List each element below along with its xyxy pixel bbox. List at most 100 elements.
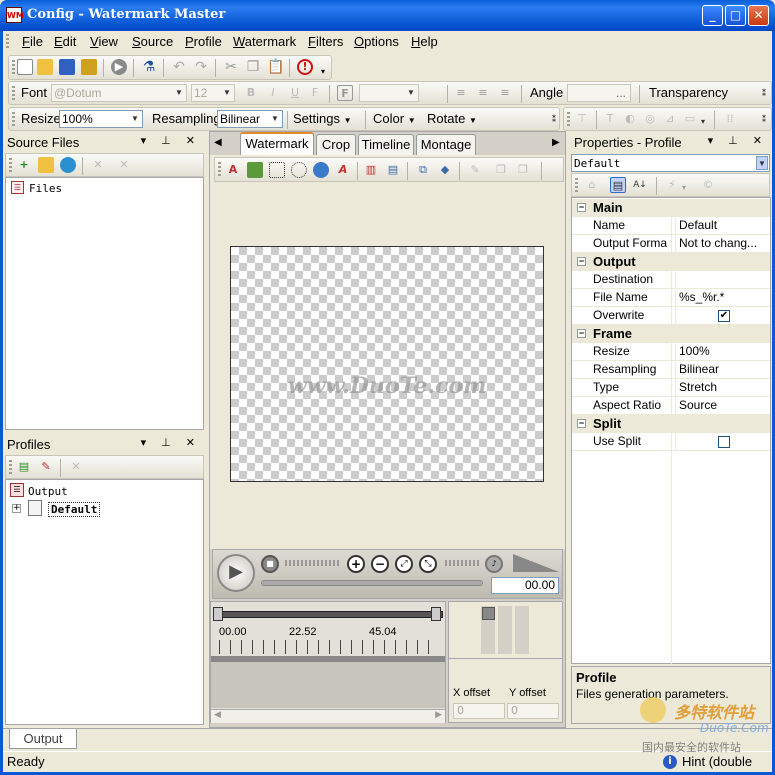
add-text-icon[interactable]: A bbox=[225, 162, 241, 178]
edit-profile-icon[interactable]: ✎ bbox=[38, 459, 54, 475]
color-select[interactable]: ▼ bbox=[359, 84, 419, 102]
rotate-menu[interactable]: Rotate ▼ bbox=[427, 111, 477, 126]
source-files-tree[interactable]: ☰ Files bbox=[5, 177, 204, 430]
undo-icon[interactable]: ↶ bbox=[171, 59, 187, 75]
property-row[interactable]: Aspect Ratio Source bbox=[572, 397, 770, 415]
timeline-scrollbar[interactable]: ◀ ▶ bbox=[211, 709, 445, 723]
tab-scroll-right-icon[interactable]: ▶ bbox=[552, 137, 560, 148]
italic-icon[interactable]: I bbox=[265, 85, 281, 101]
color-menu[interactable]: Color ▼ bbox=[373, 111, 416, 126]
anchor-top-left[interactable] bbox=[482, 607, 495, 620]
play-button[interactable]: ▶ bbox=[217, 554, 255, 592]
timeline-track[interactable] bbox=[211, 662, 445, 708]
chevron-down-icon[interactable]: ▾ bbox=[698, 114, 708, 130]
align-icon[interactable]: ⊿ bbox=[662, 111, 678, 127]
delete-layer-icon[interactable]: ▥ bbox=[363, 162, 379, 178]
range-end-handle[interactable] bbox=[431, 607, 441, 621]
scroll-left-icon[interactable]: ◀ bbox=[214, 710, 221, 720]
menu-view[interactable]: View bbox=[90, 34, 118, 49]
run-icon[interactable]: ▶ bbox=[111, 59, 127, 75]
property-row[interactable]: File Name %s_%r.* bbox=[572, 289, 770, 307]
property-row[interactable]: Type Stretch bbox=[572, 379, 770, 397]
tab-watermark[interactable]: Watermark bbox=[240, 132, 314, 155]
panel-controls[interactable]: ▾ ⊥ ✕ bbox=[708, 134, 768, 147]
property-value[interactable]: Bilinear bbox=[675, 362, 770, 379]
volume-button[interactable]: ♪ bbox=[485, 555, 503, 573]
tab-output[interactable]: Output bbox=[9, 729, 77, 749]
property-pages-icon[interactable]: ⌂ bbox=[584, 177, 600, 193]
seek-slider[interactable] bbox=[261, 580, 483, 586]
remove-icon[interactable]: ✕ bbox=[90, 157, 106, 173]
property-value[interactable]: Source bbox=[675, 398, 770, 415]
tree-item-files[interactable]: Files bbox=[29, 182, 62, 195]
new-profile-icon[interactable]: ▤ bbox=[16, 459, 32, 475]
font-color-icon[interactable]: F bbox=[337, 85, 353, 101]
tab-timeline[interactable]: Timeline bbox=[358, 134, 414, 155]
font-select[interactable]: @Dotum ▼ bbox=[51, 84, 187, 102]
panel-controls[interactable]: ▾ ⊥ ✕ bbox=[141, 436, 201, 449]
property-value[interactable]: Stretch bbox=[675, 380, 770, 397]
property-category[interactable]: − Split bbox=[572, 415, 770, 433]
resize-select[interactable]: 100% ▼ bbox=[59, 110, 143, 128]
angle-input[interactable]: ... bbox=[567, 84, 631, 102]
property-category[interactable]: − Output bbox=[572, 253, 770, 271]
fit-button[interactable]: ⤢ bbox=[395, 555, 413, 573]
bold-icon[interactable]: B bbox=[243, 85, 259, 101]
delete-profile-icon[interactable]: ✕ bbox=[68, 459, 84, 475]
zoom-in-button[interactable]: + bbox=[347, 555, 365, 573]
alphabetical-icon[interactable]: A↓ bbox=[632, 177, 648, 193]
font-size-select[interactable]: 12 ▼ bbox=[191, 84, 235, 102]
chevron-down-icon[interactable]: ▾ bbox=[680, 180, 688, 196]
add-folder-icon[interactable] bbox=[38, 157, 54, 173]
checkbox[interactable]: ✔ bbox=[718, 310, 730, 322]
title-bar[interactable]: WM Config - Watermark Master _ □ ✕ bbox=[0, 0, 775, 31]
toolbar-overflow-icon[interactable]: ⁑ bbox=[549, 112, 559, 128]
minimize-button[interactable]: _ bbox=[702, 5, 723, 26]
categorized-icon[interactable]: ▤ bbox=[610, 177, 626, 193]
add-web-icon[interactable] bbox=[60, 157, 76, 173]
copyright-icon[interactable]: © bbox=[700, 177, 716, 193]
paste-icon[interactable]: 📋 bbox=[267, 59, 284, 75]
text-effect-icon[interactable]: ⊤ bbox=[574, 111, 590, 127]
property-row[interactable]: Use Split bbox=[572, 433, 770, 451]
angle-browse-button[interactable]: ... bbox=[616, 85, 626, 101]
underline-icon[interactable]: U bbox=[287, 85, 303, 101]
align-center-icon[interactable]: ≡ bbox=[475, 85, 491, 101]
menu-help[interactable]: Help bbox=[411, 34, 438, 49]
link-icon[interactable]: ⧉ bbox=[415, 162, 431, 178]
copy-layer-icon[interactable]: ❐ bbox=[493, 162, 509, 178]
brush-icon[interactable]: ✎ bbox=[467, 162, 483, 178]
property-row[interactable]: Resize 100% bbox=[572, 343, 770, 361]
expand-icon[interactable]: + bbox=[12, 504, 21, 513]
toolbar-overflow-icon[interactable]: ⁑ bbox=[759, 112, 769, 128]
tab-scroll-left-icon[interactable]: ◀ bbox=[214, 137, 222, 148]
menu-source[interactable]: Source bbox=[132, 34, 173, 49]
preview-canvas[interactable]: www.DuoTe.com bbox=[230, 246, 544, 482]
clear-icon[interactable]: ✕ bbox=[116, 157, 132, 173]
x-offset-input[interactable]: 0 bbox=[453, 703, 505, 719]
property-value[interactable]: %s_%r.* bbox=[675, 290, 770, 307]
stop-icon[interactable]: ! bbox=[297, 59, 313, 75]
property-row[interactable]: Resampling Bilinear bbox=[572, 361, 770, 379]
paste-layer-icon[interactable]: ❐ bbox=[515, 162, 531, 178]
zoom-out-button[interactable]: − bbox=[371, 555, 389, 573]
close-button[interactable]: ✕ bbox=[748, 5, 769, 26]
copy-icon[interactable]: ❐ bbox=[245, 59, 261, 75]
tab-montage[interactable]: Montage bbox=[416, 134, 476, 155]
strikeout-icon[interactable]: F bbox=[307, 85, 323, 101]
volume-slider[interactable] bbox=[513, 554, 559, 572]
property-row[interactable]: Overwrite ✔ bbox=[572, 307, 770, 325]
open-folder-icon[interactable] bbox=[37, 59, 53, 75]
property-row[interactable]: Output Forma Not to chang... bbox=[572, 235, 770, 253]
text-style-icon[interactable]: A bbox=[335, 162, 351, 178]
checkbox[interactable] bbox=[718, 436, 730, 448]
hint-text[interactable]: Hint (double bbox=[682, 754, 752, 769]
property-value[interactable]: Not to chang... bbox=[675, 236, 770, 253]
new-file-icon[interactable] bbox=[17, 59, 33, 75]
events-icon[interactable]: ⚡ bbox=[664, 177, 680, 193]
wizard-icon[interactable]: ⚗ bbox=[141, 59, 157, 75]
menu-profile[interactable]: Profile bbox=[185, 34, 222, 49]
menu-edit[interactable]: Edit bbox=[54, 34, 76, 49]
property-value[interactable] bbox=[675, 272, 770, 289]
profiles-tree[interactable]: ☰ Output + Default bbox=[5, 479, 204, 725]
